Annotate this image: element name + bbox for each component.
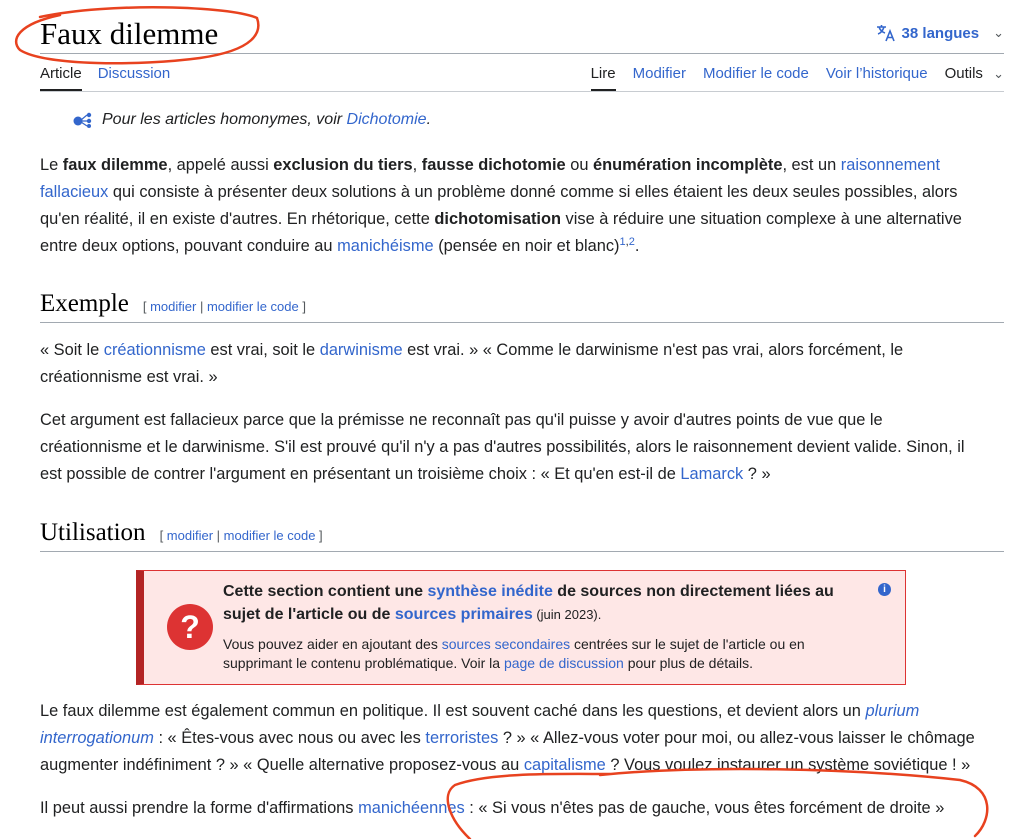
- hatnote-link[interactable]: Dichotomie: [347, 111, 427, 128]
- tabs-divider: [40, 91, 1004, 92]
- link-terroristes[interactable]: terroristes: [425, 729, 498, 747]
- edit-source-link[interactable]: modifier le code: [207, 299, 299, 314]
- link-page-discussion[interactable]: page de discussion: [504, 655, 624, 671]
- edit-section-link[interactable]: modifier: [167, 528, 213, 543]
- tools-label: Outils: [944, 65, 983, 82]
- info-icon[interactable]: i: [878, 583, 891, 596]
- tools-menu[interactable]: Outils ⌄: [945, 65, 1004, 91]
- heading-text: Utilisation: [40, 519, 146, 546]
- link-capitalisme[interactable]: capitalisme: [524, 756, 606, 774]
- heading-text: Exemple: [40, 290, 129, 317]
- translate-icon: [876, 25, 895, 42]
- banner-text: Cette section contient une synthèse inéd…: [223, 580, 853, 673]
- link-lamarck[interactable]: Lamarck: [680, 465, 743, 483]
- hatnote-text: Pour les articles homonymes, voir Dichot…: [102, 111, 432, 128]
- section-heading-utilisation: Utilisation [ modifier | modifier le cod…: [40, 519, 1004, 552]
- chevron-down-icon: ⌄: [993, 66, 1004, 81]
- section-heading-exemple: Exemple [ modifier | modifier le code ]: [40, 290, 1004, 323]
- section-edit-links: [ modifier | modifier le code ]: [142, 299, 306, 314]
- tab-modifier[interactable]: Modifier: [633, 65, 686, 91]
- question-icon: ?: [167, 604, 213, 650]
- link-darwinisme[interactable]: darwinisme: [320, 341, 403, 359]
- utilisation-paragraph-1: Le faux dilemme est également commun en …: [40, 702, 975, 774]
- banner-subtext: Vous pouvez aider en ajoutant des source…: [223, 636, 805, 671]
- exemple-paragraph-2: Cet argument est fallacieux parce que la…: [40, 411, 965, 483]
- language-button[interactable]: 38 langues ⌄: [876, 24, 1004, 42]
- banner-title: Cette section contient une synthèse inéd…: [223, 583, 834, 623]
- language-count: 38 langues: [901, 24, 980, 42]
- tab-lire[interactable]: Lire: [590, 65, 616, 91]
- chevron-down-icon: ⌄: [993, 25, 1004, 40]
- view-tabs: Lire Modifier Modifier le code Voir l’hi…: [590, 65, 1004, 91]
- tab-discussion[interactable]: Discussion: [98, 65, 171, 91]
- title-divider: [40, 53, 1004, 54]
- hatnote: Pour les articles homonymes, voir Dichot…: [72, 111, 431, 129]
- exemple-paragraph-1: « Soit le créationnisme est vrai, soit l…: [40, 341, 904, 386]
- link-manicheisme[interactable]: manichéisme: [337, 237, 434, 255]
- tab-modifier-code[interactable]: Modifier le code: [703, 65, 809, 91]
- link-manicheennes[interactable]: manichéennes: [358, 799, 465, 817]
- tab-historique[interactable]: Voir l’historique: [826, 65, 928, 91]
- tab-article[interactable]: Article: [40, 65, 82, 91]
- maintenance-banner: ? Cette section contient une synthèse in…: [136, 570, 906, 685]
- page-title: Faux dilemme: [40, 16, 219, 51]
- link-sources-primaires[interactable]: sources primaires: [395, 606, 533, 623]
- link-creationnisme[interactable]: créationnisme: [104, 341, 206, 359]
- section-edit-links: [ modifier | modifier le code ]: [159, 528, 323, 543]
- link-synthese-inedite[interactable]: synthèse inédite: [427, 583, 552, 600]
- link-sources-secondaires[interactable]: sources secondaires: [442, 636, 570, 652]
- namespace-tabs: Article Discussion: [40, 65, 170, 91]
- utilisation-paragraph-2: Il peut aussi prendre la forme d'affirma…: [40, 799, 945, 817]
- intro-paragraph: Le faux dilemme, appelé aussi exclusion …: [40, 156, 962, 255]
- edit-section-link[interactable]: modifier: [150, 299, 196, 314]
- edit-source-link[interactable]: modifier le code: [224, 528, 316, 543]
- disambiguation-icon: [73, 112, 92, 128]
